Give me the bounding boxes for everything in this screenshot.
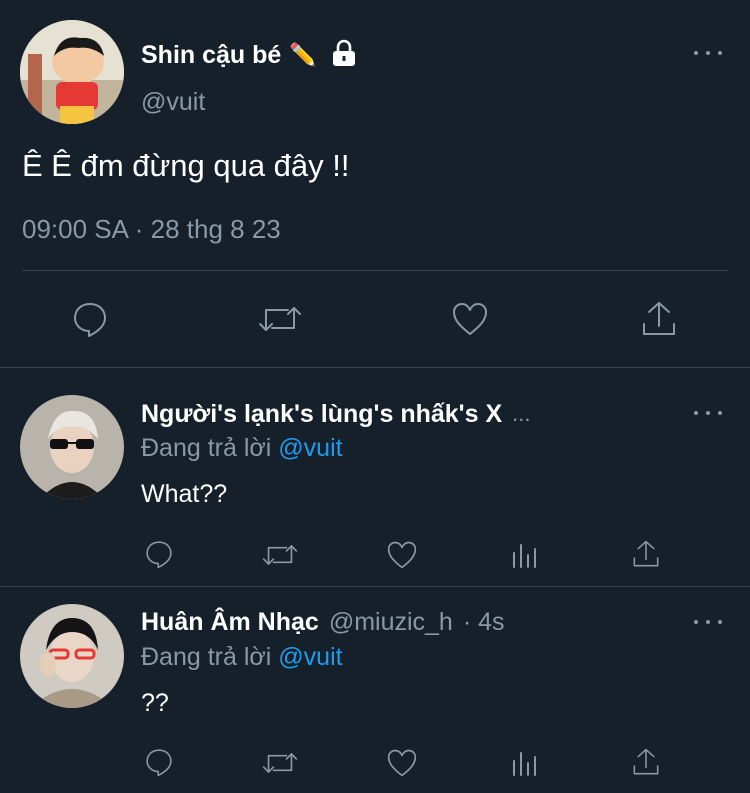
reply-icon[interactable] — [144, 539, 174, 574]
share-icon[interactable] — [632, 539, 660, 574]
mention-link[interactable]: @vuit — [278, 643, 342, 671]
avatar[interactable] — [20, 395, 124, 499]
reply-icon[interactable] — [71, 300, 109, 343]
retweet-icon[interactable] — [262, 541, 298, 574]
like-icon[interactable] — [386, 540, 418, 575]
retweet-icon[interactable] — [258, 302, 302, 341]
retweet-icon[interactable] — [262, 749, 298, 782]
divider — [0, 586, 750, 587]
share-icon[interactable] — [632, 747, 660, 782]
share-icon[interactable] — [641, 300, 677, 343]
mention-link[interactable]: @vuit — [278, 434, 342, 462]
profile-photo — [20, 604, 124, 708]
like-icon[interactable] — [386, 748, 418, 783]
divider — [0, 367, 750, 368]
name-ellipsis: ... — [512, 401, 531, 426]
profile-photo — [20, 395, 124, 499]
pencil-emoji: ✏️ — [289, 42, 317, 67]
display-name[interactable]: Shin cậu bé — [141, 41, 281, 70]
replying-prefix: Đang trả lời — [141, 434, 272, 462]
cartoon-avatar-image — [20, 20, 124, 124]
replying-to: Đang trả lời @vuit — [141, 643, 343, 672]
avatar[interactable] — [20, 604, 124, 708]
more-options-icon[interactable] — [694, 616, 722, 628]
tweet-text: Ê Ê đm đừng qua đây !! — [22, 148, 350, 183]
timestamp[interactable]: · 4s — [463, 608, 505, 637]
analytics-icon[interactable] — [511, 541, 539, 574]
handle[interactable]: @vuit — [141, 88, 205, 117]
lock-icon — [331, 39, 357, 72]
avatar[interactable] — [20, 20, 124, 124]
handle[interactable]: @miuzic_h — [329, 608, 453, 637]
like-icon[interactable] — [451, 301, 489, 342]
reply-icon[interactable] — [144, 747, 174, 782]
more-options-icon[interactable] — [694, 47, 722, 59]
more-options-icon[interactable] — [694, 407, 722, 419]
display-name[interactable]: Người's lạnk's lùng's nhấk's X — [141, 400, 502, 429]
tweet-text: What?? — [141, 480, 228, 508]
display-name[interactable]: Huân Âm Nhạc — [141, 608, 319, 637]
replying-prefix: Đang trả lời — [141, 643, 272, 671]
analytics-icon[interactable] — [511, 749, 539, 782]
tweet-text: ?? — [141, 689, 169, 717]
timestamp[interactable]: 09:00 SA · 28 thg 8 23 — [22, 214, 281, 245]
replying-to: Đang trả lời @vuit — [141, 434, 343, 463]
divider — [22, 270, 728, 271]
